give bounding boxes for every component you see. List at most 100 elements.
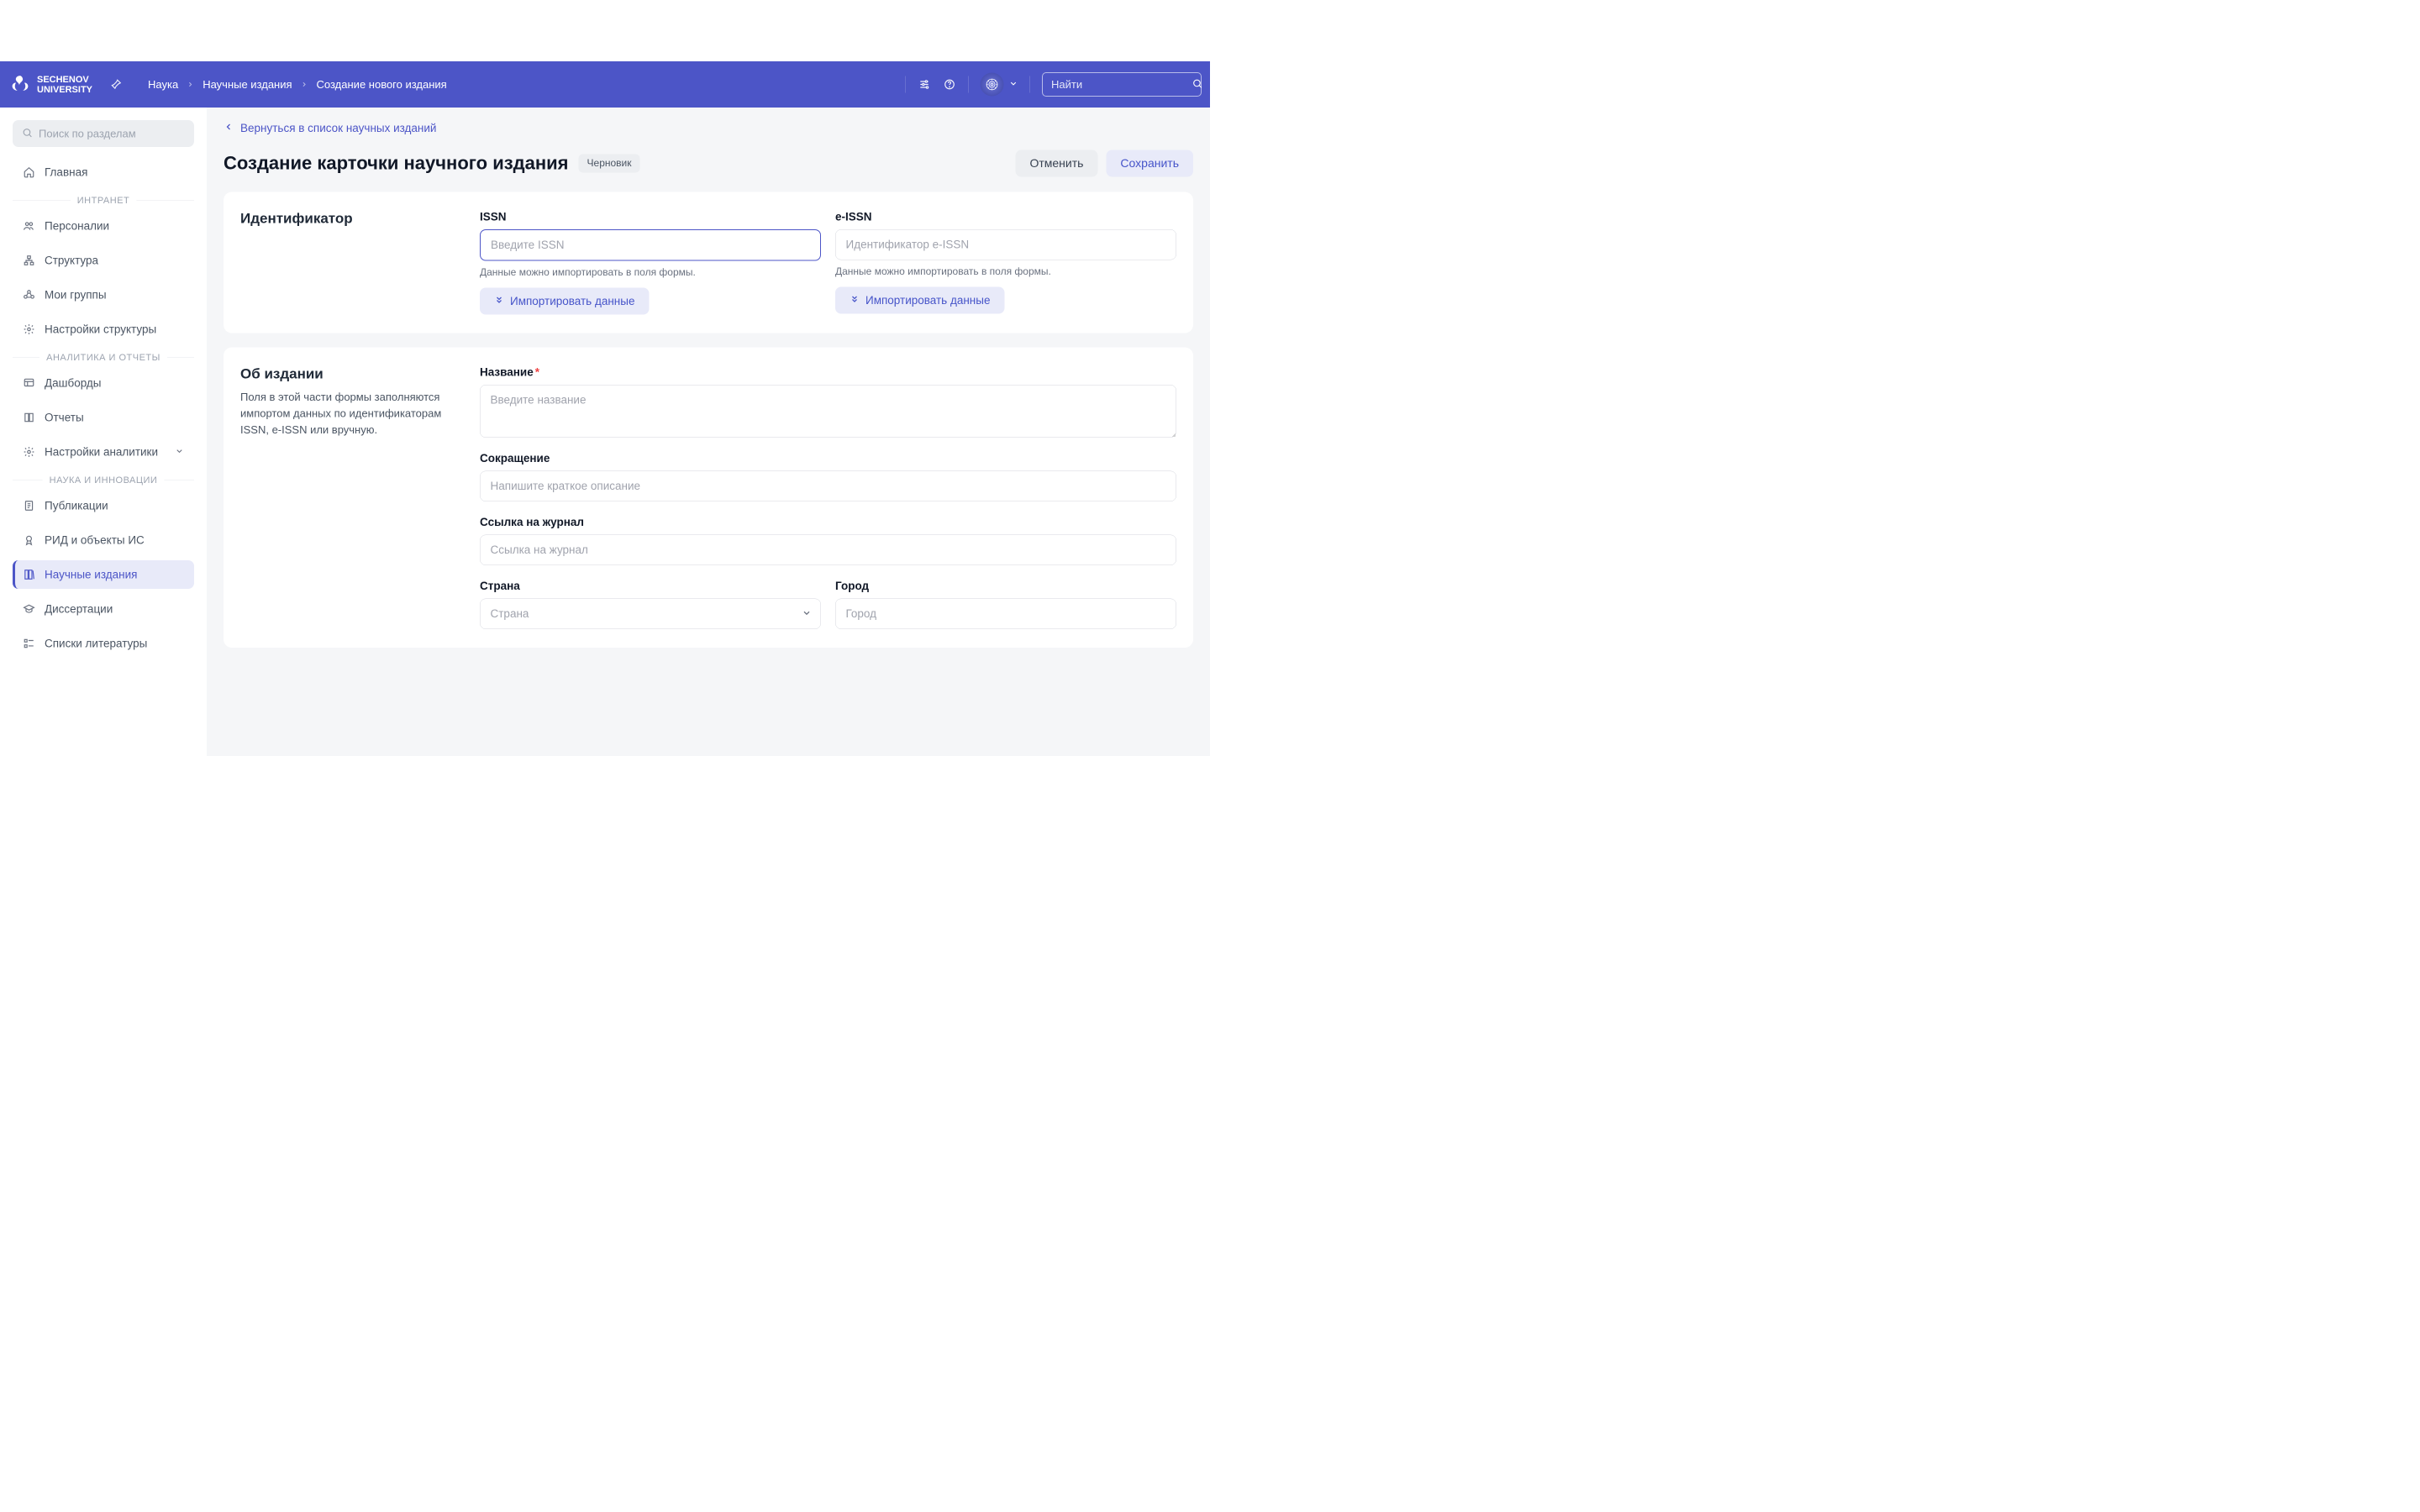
country-select[interactable] — [480, 599, 821, 630]
sidebar-item-analytics-settings[interactable]: Настройки аналитики — [13, 438, 194, 466]
sidebar-item-bibliography[interactable]: Списки литературы — [13, 629, 194, 658]
people-icon — [23, 220, 35, 233]
logo[interactable]: SECHENOV UNIVERSITY — [8, 73, 92, 97]
link-input[interactable] — [480, 535, 1176, 566]
breadcrumb-publications[interactable]: Научные издания — [203, 78, 292, 92]
sidebar-item-reports[interactable]: Отчеты — [13, 403, 194, 432]
sidebar-item-label: Научные издания — [45, 568, 137, 581]
breadcrumb-science[interactable]: Наука — [148, 78, 178, 92]
double-chevron-down-icon — [850, 294, 860, 307]
sidebar-item-label: Настройки структуры — [45, 323, 156, 336]
settings-sliders-icon[interactable] — [918, 78, 931, 92]
sidebar-item-structure-settings[interactable]: Настройки структуры — [13, 315, 194, 344]
chevron-right-icon — [187, 78, 194, 92]
app-header: SECHENOV UNIVERSITY Наука Научные издани… — [0, 61, 1210, 108]
user-menu[interactable] — [981, 73, 1018, 97]
city-label: Город — [835, 580, 1176, 593]
sidebar-item-rid[interactable]: РИД и объекты ИС — [13, 526, 194, 554]
search-icon — [1192, 78, 1203, 92]
divider — [1030, 76, 1031, 93]
help-icon[interactable] — [943, 78, 956, 92]
abbr-label: Сокращение — [480, 452, 1176, 465]
sidebar-item-label: Отчеты — [45, 411, 84, 424]
chevron-right-icon — [301, 78, 308, 92]
sidebar-item-label: Мои группы — [45, 288, 107, 302]
name-input[interactable] — [480, 385, 1176, 438]
header-right — [906, 72, 1202, 97]
pin-icon[interactable] — [109, 78, 123, 92]
gear-icon — [23, 323, 35, 336]
country-label: Страна — [480, 580, 821, 593]
home-icon — [23, 166, 35, 179]
gear-icon — [23, 446, 35, 459]
sidebar-section-science: НАУКА И ИННОВАЦИИ — [13, 475, 194, 486]
book-icon — [23, 412, 35, 424]
structure-icon — [23, 255, 35, 267]
search-icon — [22, 127, 33, 140]
link-label: Ссылка на журнал — [480, 516, 1176, 529]
abbr-input[interactable] — [480, 471, 1176, 502]
dashboard-icon — [23, 377, 35, 390]
sidebar-item-label: Списки литературы — [45, 637, 147, 650]
city-input[interactable] — [835, 599, 1176, 630]
eissn-hint: Данные можно импортировать в поля формы. — [835, 266, 1176, 278]
import-eissn-button[interactable]: Импортировать данные — [835, 287, 1004, 314]
sidebar-item-structure[interactable]: Структура — [13, 246, 194, 275]
card-identifier: Идентификатор ISSN Данные можно импортир… — [224, 192, 1193, 333]
breadcrumb: Наука Научные издания Создание нового из… — [148, 78, 447, 92]
main-content: Вернуться в список научных изданий Созда… — [207, 108, 1210, 756]
back-link[interactable]: Вернуться в список научных изданий — [224, 122, 1193, 135]
sidebar-item-dashboards[interactable]: Дашборды — [13, 369, 194, 397]
sidebar-item-label: Диссертации — [45, 602, 113, 616]
section-title: Идентификатор — [240, 211, 463, 228]
double-chevron-down-icon — [494, 295, 504, 308]
divider — [906, 76, 907, 93]
logo-icon — [8, 73, 32, 97]
sidebar-item-label: РИД и объекты ИС — [45, 533, 145, 547]
sidebar-item-home[interactable]: Главная — [13, 158, 194, 186]
journal-icon — [23, 569, 35, 581]
graduation-icon — [23, 603, 35, 616]
sidebar-search[interactable] — [13, 120, 194, 147]
sidebar-item-label: Публикации — [45, 499, 108, 512]
cancel-button[interactable]: Отменить — [1015, 150, 1097, 177]
section-description: Поля в этой части формы заполняются импо… — [240, 389, 463, 438]
sidebar-item-label: Главная — [45, 165, 87, 179]
chevron-down-icon — [1009, 79, 1018, 91]
sidebar-search-input[interactable] — [39, 127, 185, 140]
sidebar-item-label: Структура — [45, 254, 98, 267]
global-search[interactable] — [1042, 72, 1202, 97]
title-bar: Создание карточки научного издания Черно… — [224, 150, 1193, 177]
avatar — [981, 73, 1004, 97]
sidebar-item-publications[interactable]: Публикации — [13, 491, 194, 520]
groups-icon — [23, 289, 35, 302]
sidebar-item-label: Дашборды — [45, 376, 102, 390]
chevron-left-icon — [224, 122, 234, 135]
divider — [968, 76, 969, 93]
sidebar-item-people[interactable]: Персоналии — [13, 212, 194, 240]
document-icon — [23, 500, 35, 512]
name-label: Название* — [480, 366, 1176, 380]
issn-label: ISSN — [480, 211, 821, 224]
status-badge: Черновик — [579, 155, 640, 173]
issn-input[interactable] — [480, 229, 821, 261]
section-title: Об издании — [240, 366, 463, 383]
sidebar-item-label: Персоналии — [45, 219, 109, 233]
sidebar: Главная ИНТРАНЕТ Персоналии Структура Мо… — [0, 108, 207, 756]
back-link-label: Вернуться в список научных изданий — [240, 122, 436, 135]
save-button[interactable]: Сохранить — [1106, 150, 1193, 177]
eissn-label: e-ISSN — [835, 211, 1176, 224]
logo-text: SECHENOV UNIVERSITY — [37, 74, 92, 94]
sidebar-section-analytics: АНАЛИТИКА И ОТЧЕТЫ — [13, 352, 194, 363]
global-search-input[interactable] — [1051, 78, 1192, 92]
sidebar-item-groups[interactable]: Мои группы — [13, 281, 194, 309]
import-issn-button[interactable]: Импортировать данные — [480, 288, 649, 315]
chevron-down-icon — [175, 445, 184, 459]
eissn-input[interactable] — [835, 229, 1176, 260]
award-icon — [23, 534, 35, 547]
sidebar-item-journals[interactable]: Научные издания — [13, 560, 194, 589]
card-about: Об издании Поля в этой части формы запол… — [224, 348, 1193, 648]
sidebar-item-label: Настройки аналитики — [45, 445, 158, 459]
list-icon — [23, 638, 35, 650]
sidebar-item-dissertations[interactable]: Диссертации — [13, 595, 194, 623]
